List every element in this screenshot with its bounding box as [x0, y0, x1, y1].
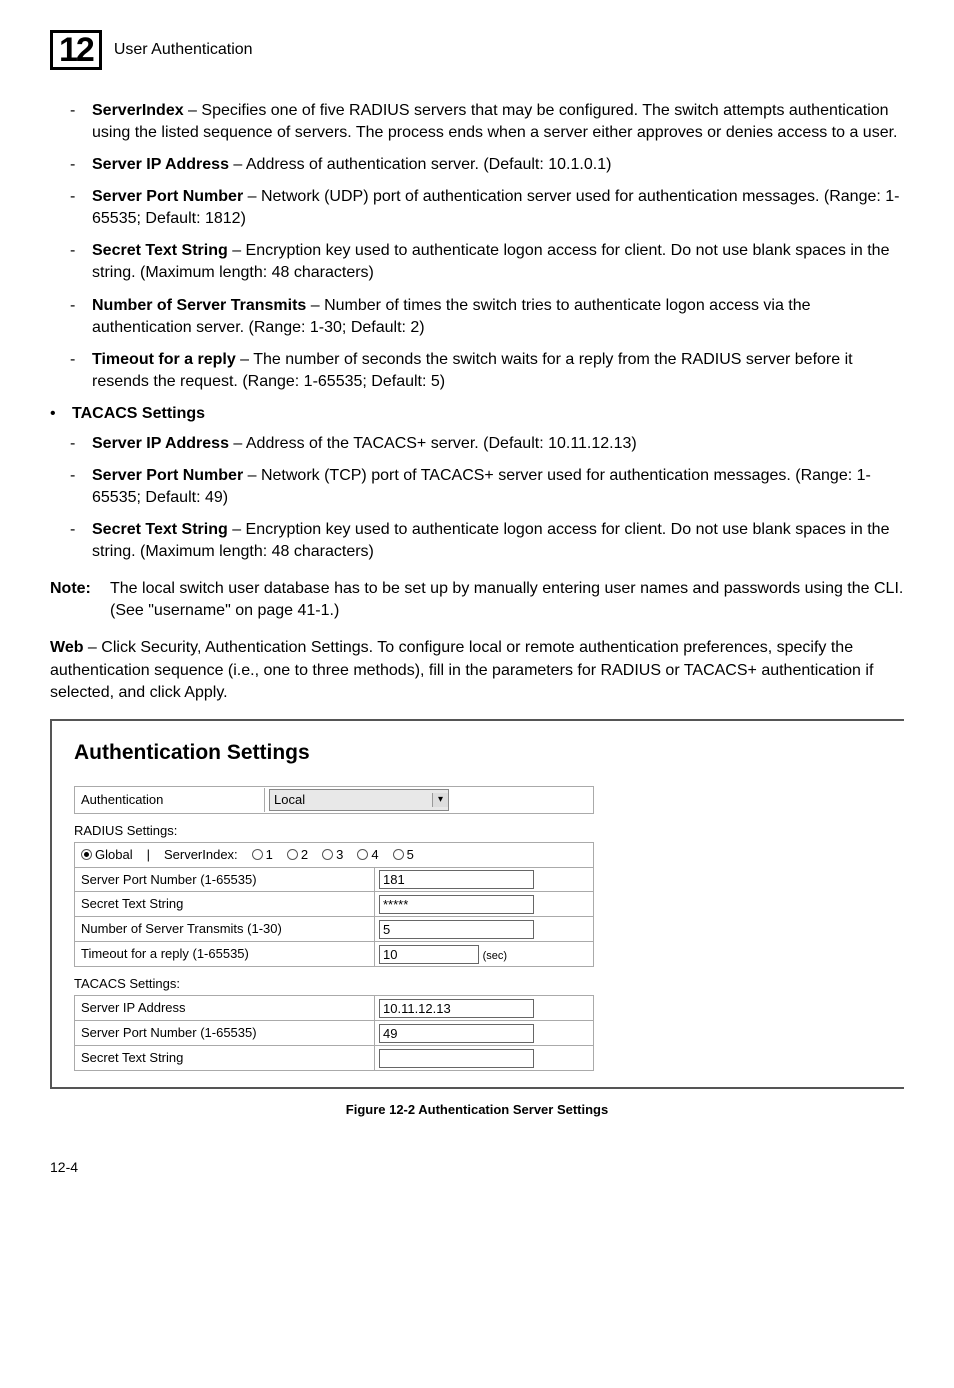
list-item: - Server Port Number – Network (TCP) por…	[70, 465, 904, 509]
t-secret-label: Secret Text String	[75, 1046, 375, 1070]
param-desc: – Specifies one of five RADIUS servers t…	[92, 102, 897, 141]
list-item: • TACACS Settings	[50, 403, 904, 425]
param-name: Secret Text String	[92, 521, 228, 538]
tacacs-heading: TACACS Settings:	[74, 975, 882, 993]
page-number: 12-4	[50, 1159, 904, 1175]
web-label: Web	[50, 639, 83, 656]
list-item: - ServerIndex – Specifies one of five RA…	[70, 100, 904, 144]
param-name: Server IP Address	[92, 435, 229, 452]
transmits-label: Number of Server Transmits (1-30)	[75, 917, 375, 941]
chevron-down-icon: ▾	[432, 793, 448, 807]
timeout-label: Timeout for a reply (1-65535)	[75, 942, 375, 966]
param-name: Number of Server Transmits	[92, 297, 306, 314]
server-index-label: ServerIndex:	[164, 846, 238, 864]
param-name: Secret Text String	[92, 242, 228, 259]
list-item: - Server IP Address – Address of the TAC…	[70, 433, 904, 455]
radio-icon	[322, 849, 333, 860]
web-paragraph: Web – Click Security, Authentication Set…	[50, 637, 904, 703]
secret-input[interactable]	[379, 895, 534, 914]
server-index-4-radio[interactable]: 4	[357, 846, 378, 864]
param-desc: – Address of the TACACS+ server. (Defaul…	[229, 435, 637, 452]
radio-icon	[393, 849, 404, 860]
auth-select[interactable]: Local ▾	[269, 789, 449, 811]
list-item: - Secret Text String – Encryption key us…	[70, 519, 904, 563]
chapter-header: 12 User Authentication	[50, 30, 904, 70]
list-item: - Number of Server Transmits – Number of…	[70, 295, 904, 339]
global-radio[interactable]: Global	[81, 846, 133, 864]
list-item: - Secret Text String – Encryption key us…	[70, 240, 904, 284]
radius-heading: RADIUS Settings:	[74, 822, 882, 840]
secret-label: Secret Text String	[75, 892, 375, 916]
auth-select-value: Local	[274, 791, 305, 809]
radio-icon	[287, 849, 298, 860]
panel-title: Authentication Settings	[74, 739, 882, 768]
server-index-2-radio[interactable]: 2	[287, 846, 308, 864]
list-item: - Server IP Address – Address of authent…	[70, 154, 904, 176]
figure-caption: Figure 12-2 Authentication Server Settin…	[50, 1101, 904, 1119]
t-port-input[interactable]	[379, 1024, 534, 1043]
t-port-label: Server Port Number (1-65535)	[75, 1021, 375, 1045]
radio-icon	[357, 849, 368, 860]
t-ip-input[interactable]	[379, 999, 534, 1018]
server-index-1-radio[interactable]: 1	[252, 846, 273, 864]
param-name: Server Port Number	[92, 467, 243, 484]
sec-unit: (sec)	[483, 950, 507, 962]
chapter-title: User Authentication	[114, 41, 253, 59]
param-name: Server IP Address	[92, 156, 229, 173]
t-ip-label: Server IP Address	[75, 996, 375, 1020]
radio-icon	[81, 849, 92, 860]
timeout-input[interactable]	[379, 945, 479, 964]
server-index-3-radio[interactable]: 3	[322, 846, 343, 864]
server-port-input[interactable]	[379, 870, 534, 889]
t-secret-input[interactable]	[379, 1049, 534, 1068]
list-item: - Server Port Number – Network (UDP) por…	[70, 186, 904, 230]
param-name: Server Port Number	[92, 188, 243, 205]
param-name: ServerIndex	[92, 102, 184, 119]
port-label: Server Port Number (1-65535)	[75, 868, 375, 892]
note-text: The local switch user database has to be…	[110, 578, 904, 622]
radio-icon	[252, 849, 263, 860]
auth-label: Authentication	[75, 788, 265, 812]
chapter-number: 12	[50, 30, 102, 70]
web-text: – Click Security, Authentication Setting…	[50, 639, 873, 700]
screenshot-panel: Authentication Settings Authentication L…	[50, 719, 904, 1089]
list-item: - Timeout for a reply – The number of se…	[70, 349, 904, 393]
transmits-input[interactable]	[379, 920, 534, 939]
note-block: Note: The local switch user database has…	[50, 578, 904, 622]
param-name: Timeout for a reply	[92, 351, 236, 368]
server-index-row: Global | ServerIndex: 1 2 3 4 5	[74, 842, 594, 867]
param-desc: – Address of authentication server. (Def…	[229, 156, 611, 173]
section-name: TACACS Settings	[72, 405, 205, 422]
note-label: Note:	[50, 578, 110, 622]
server-index-5-radio[interactable]: 5	[393, 846, 414, 864]
